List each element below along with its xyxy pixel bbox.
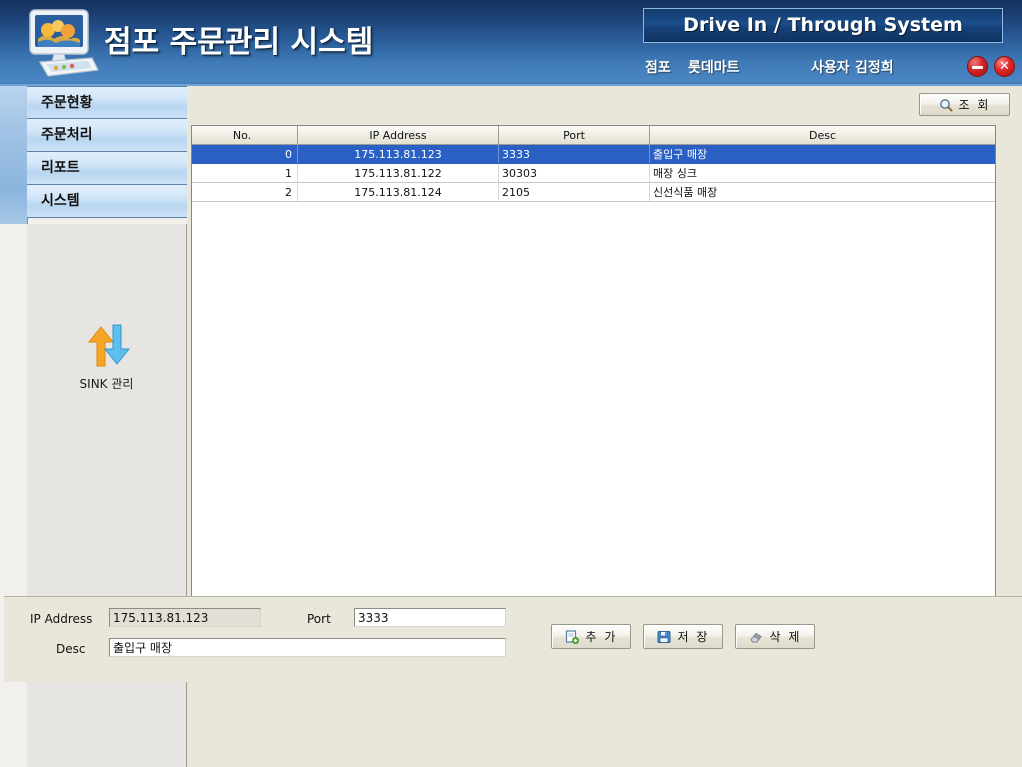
app-header: 점포 주문관리 시스템 Drive In / Through System 점포… <box>0 0 1022 86</box>
content-toolbar: 조 회 <box>187 86 1022 125</box>
cell-port: 2105 <box>498 182 650 202</box>
sidebar-menu: 주문현황 주문처리 리포트 시스템 <box>27 86 187 218</box>
search-button[interactable]: 조 회 <box>919 93 1010 116</box>
cell-ip: 175.113.81.124 <box>297 182 499 202</box>
sidebar-item-label: 리포트 <box>41 160 80 176</box>
eraser-icon <box>749 630 763 644</box>
column-header-desc[interactable]: Desc <box>649 126 995 145</box>
column-header-ip[interactable]: IP Address <box>297 126 499 145</box>
cell-ip: 175.113.81.123 <box>297 144 499 164</box>
cell-desc: 신선식품 매장 <box>649 182 995 202</box>
close-button[interactable]: ✕ <box>994 56 1015 77</box>
save-button-label: 저 장 <box>677 630 710 644</box>
delete-button[interactable]: 삭 제 <box>735 624 815 649</box>
port-label: Port <box>307 612 331 626</box>
sidebar-item-order-processing[interactable]: 주문처리 <box>27 119 187 152</box>
cell-no: 0 <box>192 144 298 164</box>
sink-management-tool[interactable]: SINK 관리 <box>52 322 162 392</box>
sidebar-accent-strip <box>0 86 28 224</box>
cell-desc: 출입구 매장 <box>649 144 995 164</box>
cell-no: 1 <box>192 163 298 183</box>
system-banner: Drive In / Through System <box>643 8 1003 43</box>
detail-form-panel: IP Address Port Desc 추 가 <box>4 596 1022 682</box>
sidebar-tool-panel: SINK 관리 <box>27 224 187 767</box>
desc-input[interactable] <box>109 638 506 657</box>
new-page-plus-icon <box>565 629 579 644</box>
cell-desc: 매장 싱크 <box>649 163 995 183</box>
table-row[interactable]: 2 175.113.81.124 2105 신선식품 매장 <box>192 182 995 202</box>
ip-address-label: IP Address <box>30 612 93 626</box>
cell-no: 2 <box>192 182 298 202</box>
sidebar-item-system[interactable]: 시스템 <box>27 185 187 218</box>
sync-arrows-icon <box>84 322 130 368</box>
user-label: 사용자 <box>811 60 850 76</box>
minimize-button[interactable] <box>967 56 988 77</box>
application-window: 점포 주문관리 시스템 Drive In / Through System 점포… <box>0 0 1022 767</box>
column-header-no[interactable]: No. <box>192 126 298 145</box>
table-header: No. IP Address Port Desc <box>192 126 995 145</box>
cell-port: 3333 <box>498 144 650 164</box>
sidebar-item-label: 주문처리 <box>41 127 93 143</box>
sink-table: No. IP Address Port Desc 0 175.113.81.123… <box>192 126 995 202</box>
add-button[interactable]: 추 가 <box>551 624 631 649</box>
computer-monitor-icon <box>22 6 102 82</box>
cell-ip: 175.113.81.122 <box>297 163 499 183</box>
app-title: 점포 주문관리 시스템 <box>104 25 374 60</box>
add-button-label: 추 가 <box>585 630 618 644</box>
store-value: 롯데마트 <box>688 60 740 76</box>
close-icon: ✕ <box>999 59 1010 74</box>
store-label: 점포 <box>645 60 671 76</box>
delete-button-label: 삭 제 <box>769 630 802 644</box>
cell-port: 30303 <box>498 163 650 183</box>
floppy-disk-icon <box>657 630 671 644</box>
column-header-port[interactable]: Port <box>498 126 650 145</box>
table-header-row: No. IP Address Port Desc <box>192 126 995 145</box>
sidebar-item-label: 주문현황 <box>41 95 93 111</box>
ip-address-input[interactable] <box>109 608 261 627</box>
search-button-label: 조 회 <box>958 98 991 112</box>
port-input[interactable] <box>354 608 506 627</box>
sink-management-label: SINK 관리 <box>79 377 134 391</box>
save-button[interactable]: 저 장 <box>643 624 723 649</box>
minimize-icon <box>972 65 983 69</box>
table-row[interactable]: 1 175.113.81.122 30303 매장 싱크 <box>192 163 995 183</box>
sink-table-container[interactable]: No. IP Address Port Desc 0 175.113.81.123… <box>191 125 996 669</box>
table-body: 0 175.113.81.123 3333 출입구 매장 1 175.113.81.122… <box>192 144 995 202</box>
user-value: 김정희 <box>855 60 894 76</box>
sidebar-item-order-status[interactable]: 주문현황 <box>27 86 187 119</box>
magnifier-icon <box>939 98 953 112</box>
desc-label: Desc <box>56 642 86 656</box>
sidebar-item-label: 시스템 <box>41 193 80 209</box>
sidebar-item-report[interactable]: 리포트 <box>27 152 187 185</box>
table-row[interactable]: 0 175.113.81.123 3333 출입구 매장 <box>192 144 995 164</box>
